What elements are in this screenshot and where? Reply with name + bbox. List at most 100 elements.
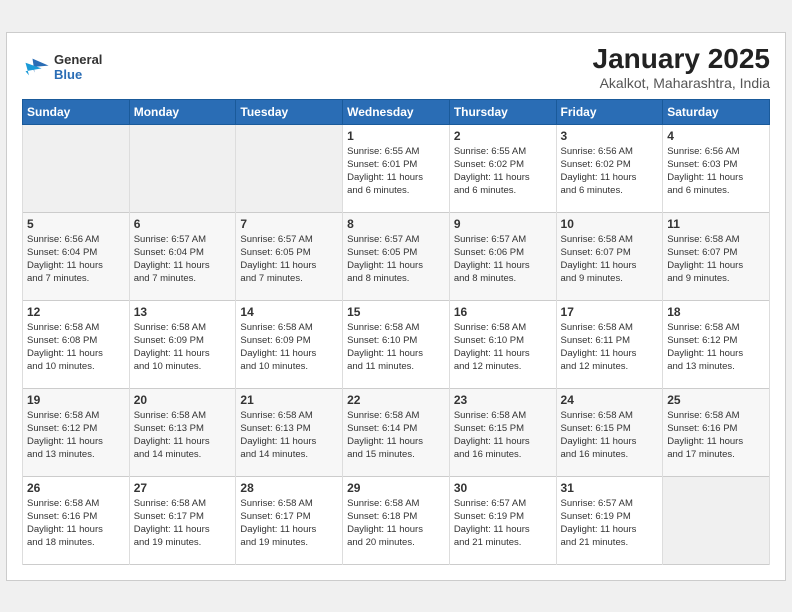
day-info: Sunrise: 6:57 AM Sunset: 6:05 PM Dayligh… — [240, 233, 338, 286]
day-cell: 2Sunrise: 6:55 AM Sunset: 6:02 PM Daylig… — [449, 124, 556, 212]
day-info: Sunrise: 6:58 AM Sunset: 6:16 PM Dayligh… — [27, 497, 125, 550]
day-cell: 28 Sunrise: 6:58 AM Sunset: 6:17 PM Dayli… — [236, 476, 343, 564]
day-info: Sunrise: 6:57 AM Sunset: 6:05 PM Dayligh… — [347, 233, 445, 286]
day-header-monday: Monday — [129, 99, 236, 124]
day-info: Sunrise: 6:58 AM Sunset: 6:08 PM Dayligh… — [27, 321, 125, 374]
day-header-saturday: Saturday — [663, 99, 770, 124]
day-info: Sunrise: 6:55 AM Sunset: 6:02 PM Dayligh… — [454, 145, 552, 198]
day-cell: 11Sunrise: 6:58 AM Sunset: 6:07 PM Dayli… — [663, 212, 770, 300]
day-info: Sunrise: 6:58 AM Sunset: 6:07 PM Dayligh… — [561, 233, 659, 286]
calendar-container: General Blue January 2025 Akalkot, Mahar… — [6, 32, 786, 581]
day-number: 29 — [347, 481, 445, 495]
logo-text: General Blue — [54, 52, 102, 82]
day-info: Sunrise: 6:58 AM Sunset: 6:11 PM Dayligh… — [561, 321, 659, 374]
day-cell: 15Sunrise: 6:58 AM Sunset: 6:10 PM Dayli… — [343, 300, 450, 388]
day-info: Sunrise: 6:58 AM Sunset: 6:17 PM Dayligh… — [240, 497, 338, 550]
day-info: Sunrise: 6:58 AM Sunset: 6:09 PM Dayligh… — [240, 321, 338, 374]
day-number: 24 — [561, 393, 659, 407]
day-cell: 14 Sunrise: 6:58 AM Sunset: 6:09 PM Dayli… — [236, 300, 343, 388]
day-number: 21 — [240, 393, 338, 407]
calendar-subtitle: Akalkot, Maharashtra, India — [593, 75, 770, 91]
day-cell: 4 Sunrise: 6:56 AM Sunset: 6:03 PM Daylig… — [663, 124, 770, 212]
day-cell — [129, 124, 236, 212]
day-info: Sunrise: 6:58 AM Sunset: 6:16 PM Dayligh… — [667, 409, 765, 462]
day-number: 31 — [561, 481, 659, 495]
day-info: Sunrise: 6:58 AM Sunset: 6:13 PM Dayligh… — [240, 409, 338, 462]
calendar-table: SundayMondayTuesdayWednesdayThursdayFrid… — [22, 99, 770, 565]
day-number: 6 — [134, 217, 232, 231]
week-row-3: 19 Sunrise: 6:58 AM Sunset: 6:12 PM Dayli… — [23, 388, 770, 476]
day-cell: 17 Sunrise: 6:58 AM Sunset: 6:11 PM Dayli… — [556, 300, 663, 388]
day-cell: 25 Sunrise: 6:58 AM Sunset: 6:16 PM Dayli… — [663, 388, 770, 476]
day-cell: 1 Sunrise: 6:55 AM Sunset: 6:01 PM Daylig… — [343, 124, 450, 212]
day-info: Sunrise: 6:58 AM Sunset: 6:13 PM Dayligh… — [134, 409, 232, 462]
day-header-wednesday: Wednesday — [343, 99, 450, 124]
day-number: 10 — [561, 217, 659, 231]
day-cell: 19 Sunrise: 6:58 AM Sunset: 6:12 PM Dayli… — [23, 388, 130, 476]
day-cell — [23, 124, 130, 212]
day-cell — [663, 476, 770, 564]
day-number: 23 — [454, 393, 552, 407]
day-info: Sunrise: 6:56 AM Sunset: 6:04 PM Dayligh… — [27, 233, 125, 286]
day-number: 19 — [27, 393, 125, 407]
day-info: Sunrise: 6:58 AM Sunset: 6:17 PM Dayligh… — [134, 497, 232, 550]
day-cell: 7 Sunrise: 6:57 AM Sunset: 6:05 PM Daylig… — [236, 212, 343, 300]
day-number: 14 — [240, 305, 338, 319]
day-info: Sunrise: 6:58 AM Sunset: 6:10 PM Dayligh… — [454, 321, 552, 374]
day-info: Sunrise: 6:56 AM Sunset: 6:03 PM Dayligh… — [667, 145, 765, 198]
day-number: 1 — [347, 129, 445, 143]
day-cell: 8 Sunrise: 6:57 AM Sunset: 6:05 PM Daylig… — [343, 212, 450, 300]
day-number: 5 — [27, 217, 125, 231]
day-cell: 27 Sunrise: 6:58 AM Sunset: 6:17 PM Dayli… — [129, 476, 236, 564]
logo-icon — [22, 53, 50, 81]
day-info: Sunrise: 6:58 AM Sunset: 6:12 PM Dayligh… — [667, 321, 765, 374]
day-cell: 3 Sunrise: 6:56 AM Sunset: 6:02 PM Daylig… — [556, 124, 663, 212]
week-row-4: 26 Sunrise: 6:58 AM Sunset: 6:16 PM Dayli… — [23, 476, 770, 564]
day-cell: 6 Sunrise: 6:57 AM Sunset: 6:04 PM Daylig… — [129, 212, 236, 300]
day-number: 13 — [134, 305, 232, 319]
week-row-2: 12Sunrise: 6:58 AM Sunset: 6:08 PM Dayli… — [23, 300, 770, 388]
day-number: 26 — [27, 481, 125, 495]
day-cell: 30 Sunrise: 6:57 AM Sunset: 6:19 PM Dayli… — [449, 476, 556, 564]
day-number: 25 — [667, 393, 765, 407]
day-number: 3 — [561, 129, 659, 143]
day-number: 30 — [454, 481, 552, 495]
day-info: Sunrise: 6:58 AM Sunset: 6:12 PM Dayligh… — [27, 409, 125, 462]
calendar-header: General Blue January 2025 Akalkot, Mahar… — [22, 43, 770, 91]
day-cell: 5 Sunrise: 6:56 AM Sunset: 6:04 PM Daylig… — [23, 212, 130, 300]
day-cell: 12Sunrise: 6:58 AM Sunset: 6:08 PM Dayli… — [23, 300, 130, 388]
day-number: 11 — [667, 217, 765, 231]
week-row-0: 1 Sunrise: 6:55 AM Sunset: 6:01 PM Daylig… — [23, 124, 770, 212]
day-cell: 9 Sunrise: 6:57 AM Sunset: 6:06 PM Daylig… — [449, 212, 556, 300]
day-info: Sunrise: 6:57 AM Sunset: 6:06 PM Dayligh… — [454, 233, 552, 286]
day-cell: 16 Sunrise: 6:58 AM Sunset: 6:10 PM Dayli… — [449, 300, 556, 388]
day-info: Sunrise: 6:57 AM Sunset: 6:19 PM Dayligh… — [561, 497, 659, 550]
day-number: 8 — [347, 217, 445, 231]
day-number: 28 — [240, 481, 338, 495]
day-number: 16 — [454, 305, 552, 319]
day-header-friday: Friday — [556, 99, 663, 124]
day-header-sunday: Sunday — [23, 99, 130, 124]
day-number: 17 — [561, 305, 659, 319]
day-cell: 20Sunrise: 6:58 AM Sunset: 6:13 PM Dayli… — [129, 388, 236, 476]
day-cell — [236, 124, 343, 212]
day-info: Sunrise: 6:57 AM Sunset: 6:19 PM Dayligh… — [454, 497, 552, 550]
days-header-row: SundayMondayTuesdayWednesdayThursdayFrid… — [23, 99, 770, 124]
day-cell: 22 Sunrise: 6:58 AM Sunset: 6:14 PM Dayli… — [343, 388, 450, 476]
day-cell: 21 Sunrise: 6:58 AM Sunset: 6:13 PM Dayli… — [236, 388, 343, 476]
day-info: Sunrise: 6:57 AM Sunset: 6:04 PM Dayligh… — [134, 233, 232, 286]
day-cell: 18Sunrise: 6:58 AM Sunset: 6:12 PM Dayli… — [663, 300, 770, 388]
day-info: Sunrise: 6:56 AM Sunset: 6:02 PM Dayligh… — [561, 145, 659, 198]
week-row-1: 5 Sunrise: 6:56 AM Sunset: 6:04 PM Daylig… — [23, 212, 770, 300]
day-info: Sunrise: 6:55 AM Sunset: 6:01 PM Dayligh… — [347, 145, 445, 198]
day-number: 4 — [667, 129, 765, 143]
day-header-thursday: Thursday — [449, 99, 556, 124]
day-number: 27 — [134, 481, 232, 495]
day-number: 22 — [347, 393, 445, 407]
calendar-title: January 2025 — [593, 43, 770, 75]
day-info: Sunrise: 6:58 AM Sunset: 6:14 PM Dayligh… — [347, 409, 445, 462]
day-number: 9 — [454, 217, 552, 231]
day-number: 7 — [240, 217, 338, 231]
day-cell: 29Sunrise: 6:58 AM Sunset: 6:18 PM Dayli… — [343, 476, 450, 564]
day-cell: 10 Sunrise: 6:58 AM Sunset: 6:07 PM Dayli… — [556, 212, 663, 300]
